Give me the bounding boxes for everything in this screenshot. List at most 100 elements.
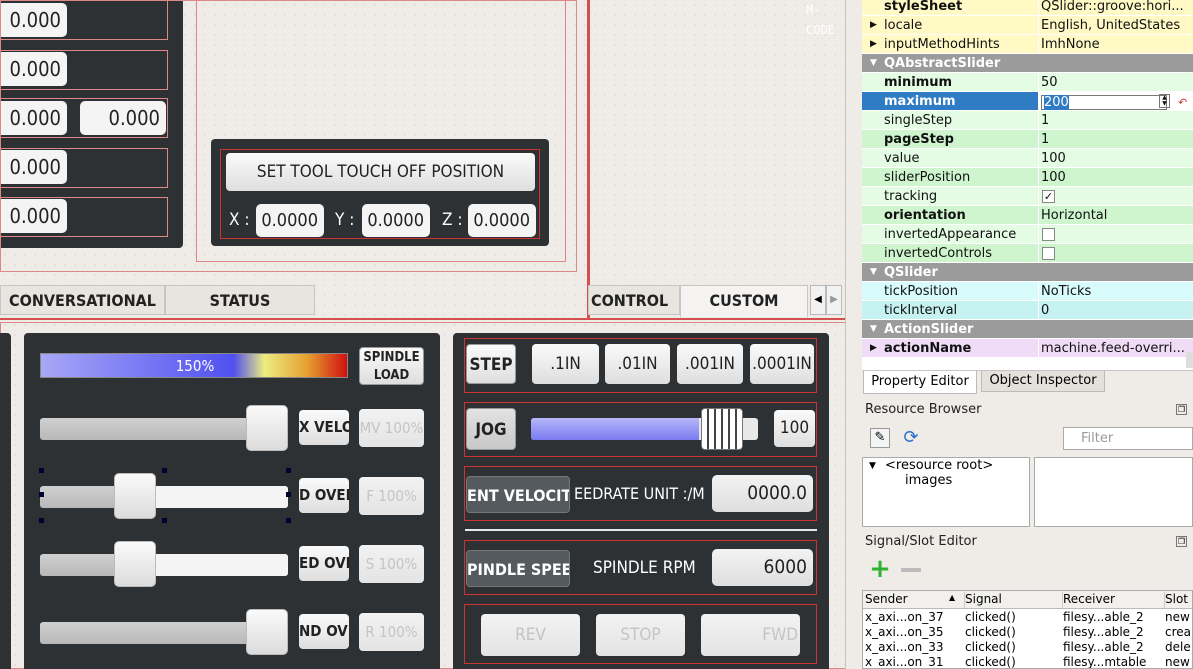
spindle-load-button[interactable]: SPINDLE LOAD bbox=[359, 347, 424, 385]
override-slider[interactable] bbox=[40, 486, 288, 508]
property-row[interactable]: invertedControls bbox=[862, 244, 1193, 263]
tab-property-editor[interactable]: Property Editor bbox=[863, 371, 977, 394]
column-header[interactable]: Slot bbox=[1165, 592, 1192, 608]
spindle-speed-button[interactable]: PINDLE SPEED bbox=[466, 550, 570, 587]
property-scrollbar[interactable] bbox=[1186, 352, 1193, 368]
tab-conversational[interactable]: CONVERSATIONAL bbox=[0, 285, 165, 315]
override-slider[interactable] bbox=[40, 554, 288, 576]
selection-handle[interactable] bbox=[39, 518, 44, 523]
property-row[interactable]: styleSheet QSlider::groove:hori... bbox=[862, 0, 1193, 16]
property-value[interactable] bbox=[1038, 225, 1193, 244]
remove-connection-icon[interactable] bbox=[901, 568, 921, 572]
property-value[interactable]: Horizontal bbox=[1038, 206, 1193, 225]
property-value[interactable]: ImhNone bbox=[1038, 35, 1193, 54]
signal-table[interactable]: Sender Signal Receiver Slot ▲ x_axi...on_37 c… bbox=[862, 590, 1193, 669]
property-value-editor[interactable]: 200 ▲ ▼ ↶ bbox=[1038, 92, 1193, 111]
jog-button[interactable]: JOG bbox=[466, 408, 516, 450]
property-row[interactable]: tickPosition NoTicks bbox=[862, 282, 1193, 301]
property-section[interactable]: ▼ QSlider bbox=[862, 263, 1193, 282]
table-row[interactable]: x_axi...on_35 clicked() filesy...able_2 cre… bbox=[863, 625, 1192, 640]
selection-handle[interactable] bbox=[286, 468, 291, 473]
sort-asc-icon[interactable]: ▲ bbox=[949, 593, 955, 602]
property-value[interactable]: English, UnitedStates bbox=[1038, 16, 1193, 35]
spindle-reverse-button[interactable]: REV bbox=[481, 614, 580, 656]
checkbox[interactable] bbox=[1042, 247, 1055, 260]
slider-handle[interactable] bbox=[114, 473, 156, 519]
property-value[interactable] bbox=[1038, 244, 1193, 263]
set-tool-touch-off-button[interactable]: SET TOOL TOUCH OFF POSITION bbox=[226, 153, 535, 191]
dock-float-icon[interactable]: ❐ bbox=[1176, 404, 1187, 415]
property-row[interactable]: singleStep 1 bbox=[862, 111, 1193, 130]
property-row[interactable]: ▶ inputMethodHints ImhNone bbox=[862, 35, 1193, 54]
designer-canvas[interactable]: 0.000 0.000 0.000 0.000 0.000 0.000 SET … bbox=[0, 0, 860, 669]
property-value[interactable]: 100 bbox=[1038, 168, 1193, 187]
reset-property-icon[interactable]: ↶ bbox=[1178, 93, 1187, 111]
add-connection-icon[interactable]: + bbox=[869, 556, 891, 582]
property-row[interactable]: maximum 200 ▲ ▼ ↶ bbox=[862, 92, 1193, 111]
checkbox[interactable]: ✓ bbox=[1042, 190, 1055, 203]
step-option-1[interactable]: .1IN bbox=[532, 344, 599, 384]
dock-splitter[interactable] bbox=[845, 0, 860, 669]
property-section[interactable]: ▼ QAbstractSlider bbox=[862, 54, 1193, 73]
property-value[interactable]: 0 bbox=[1038, 301, 1193, 320]
resource-filter-input[interactable]: Filter bbox=[1063, 427, 1193, 450]
selection-handle[interactable] bbox=[39, 492, 44, 497]
selection-handle[interactable] bbox=[286, 518, 291, 523]
slider-label-button[interactable]: X VELOC bbox=[299, 410, 349, 445]
touchoff-x-field[interactable]: 0.0000 bbox=[256, 204, 324, 237]
property-value[interactable]: machine.feed-overri... bbox=[1038, 339, 1193, 358]
table-row[interactable]: x_axi...on_37 clicked() filesy...able_2 new bbox=[863, 610, 1192, 625]
touchoff-y-field[interactable]: 0.0000 bbox=[362, 204, 430, 237]
tab-control[interactable]: CONTROL bbox=[588, 285, 680, 315]
dock-float-icon[interactable]: ❐ bbox=[1176, 536, 1187, 547]
step-button[interactable]: STEP bbox=[466, 344, 516, 384]
property-value[interactable]: 1 bbox=[1038, 111, 1193, 130]
tab-custom[interactable]: CUSTOM bbox=[680, 285, 808, 317]
property-value[interactable]: 200 bbox=[1044, 95, 1069, 110]
property-row[interactable]: minimum 50 bbox=[862, 73, 1193, 92]
property-row[interactable]: pageStep 1 bbox=[862, 130, 1193, 149]
touchoff-z-field[interactable]: 0.0000 bbox=[468, 204, 536, 237]
spindle-stop-button[interactable]: STOP bbox=[596, 614, 685, 656]
selection-handle[interactable] bbox=[286, 492, 291, 497]
current-velocity-button[interactable]: ENT VELOCITY bbox=[466, 476, 570, 513]
checkbox[interactable] bbox=[1042, 228, 1055, 241]
property-value[interactable]: 1 bbox=[1038, 130, 1193, 149]
property-row[interactable]: ▶ locale English, UnitedStates bbox=[862, 16, 1193, 35]
column-header[interactable]: Signal bbox=[965, 592, 1063, 608]
table-row[interactable]: x_axi...on_31 clicked() filesy...mtable new bbox=[863, 655, 1192, 668]
resource-tree[interactable]: ▼ <resource root> images bbox=[862, 457, 1030, 527]
property-value[interactable]: 100 bbox=[1038, 149, 1193, 168]
property-row[interactable]: value 100 bbox=[862, 149, 1193, 168]
slider-label-button[interactable]: ND OVER bbox=[299, 614, 349, 649]
tab-scroll-right-button[interactable]: ▶ bbox=[826, 285, 842, 315]
slider-handle[interactable] bbox=[246, 609, 288, 655]
step-option-3[interactable]: .001IN bbox=[677, 344, 743, 384]
tab-object-inspector[interactable]: Object Inspector bbox=[981, 371, 1105, 392]
property-row[interactable]: orientation Horizontal bbox=[862, 206, 1193, 225]
property-section[interactable]: ▼ ActionSlider bbox=[862, 320, 1193, 339]
selection-handle[interactable] bbox=[162, 518, 167, 523]
selection-handle[interactable] bbox=[162, 468, 167, 473]
table-row[interactable]: x_axi...on_33 clicked() filesy...able_2 del… bbox=[863, 640, 1192, 655]
selection-handle[interactable] bbox=[39, 468, 44, 473]
resource-root[interactable]: <resource root> bbox=[885, 458, 993, 473]
column-header[interactable]: Receiver bbox=[1063, 592, 1165, 608]
property-row[interactable]: tracking ✓ bbox=[862, 187, 1193, 206]
step-option-2[interactable]: .01IN bbox=[605, 344, 670, 384]
spinbox-arrows-icon[interactable]: ▲ ▼ bbox=[1159, 94, 1170, 108]
property-value[interactable]: QSlider::groove:hori... bbox=[1038, 0, 1193, 16]
edit-resources-icon[interactable]: ✎ bbox=[870, 428, 890, 448]
property-value[interactable]: ✓ bbox=[1038, 187, 1193, 206]
property-value[interactable]: NoTicks bbox=[1038, 282, 1193, 301]
tab-status[interactable]: STATUS bbox=[165, 285, 315, 315]
resource-view[interactable] bbox=[1034, 457, 1193, 527]
property-value[interactable]: 50 bbox=[1038, 73, 1193, 92]
property-row[interactable]: invertedAppearance bbox=[862, 225, 1193, 244]
step-option-4[interactable]: .0001IN bbox=[750, 344, 814, 384]
resource-images[interactable]: images bbox=[905, 473, 952, 488]
property-row[interactable]: sliderPosition 100 bbox=[862, 168, 1193, 187]
slider-label-button[interactable]: D OVERR bbox=[299, 478, 349, 513]
property-row[interactable]: ▶ actionName machine.feed-overri... bbox=[862, 339, 1193, 358]
slider-label-button[interactable]: ED OVER bbox=[299, 546, 349, 581]
